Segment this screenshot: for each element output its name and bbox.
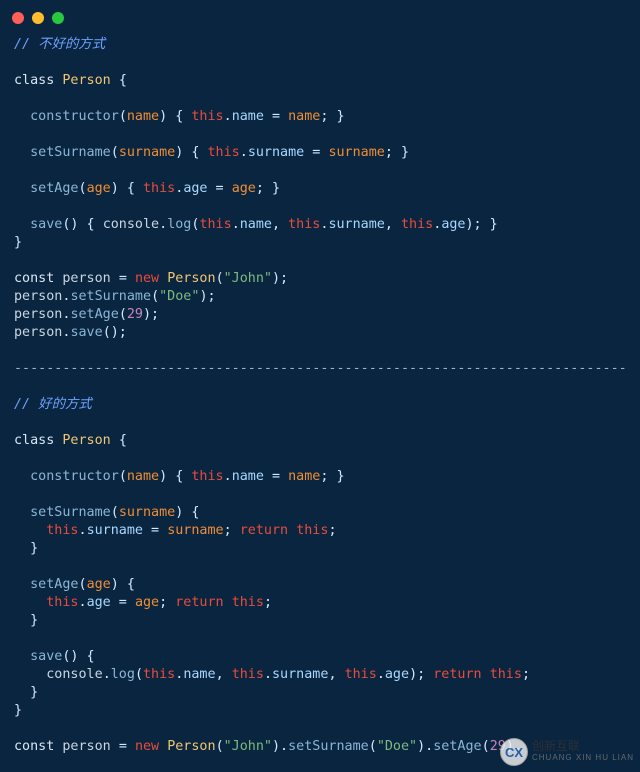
window-titlebar: [0, 0, 640, 36]
code-window: // 不好的方式 class Person { constructor(name…: [0, 0, 640, 772]
save-fn: save: [30, 217, 62, 232]
watermark-text-py: CHUANG XIN HU LIAN: [532, 752, 634, 764]
constructor-fn: constructor: [30, 109, 119, 124]
class-name: Person: [62, 73, 110, 88]
watermark-logo: CX 创新互联 CHUANG XIN HU LIAN: [500, 738, 634, 766]
close-icon[interactable]: [12, 12, 24, 24]
zoom-icon[interactable]: [52, 12, 64, 24]
class-keyword: class: [14, 73, 54, 88]
watermark-badge-icon: CX: [500, 738, 528, 766]
comment-good: // 好的方式: [14, 397, 92, 412]
separator-line: ----------------------------------------…: [14, 361, 627, 376]
watermark-text-cn: 创新互联: [532, 740, 634, 752]
set-age-fn: setAge: [30, 181, 78, 196]
code-block: // 不好的方式 class Person { constructor(name…: [0, 36, 640, 764]
set-surname-fn: setSurname: [30, 145, 111, 160]
comment-bad: // 不好的方式: [14, 37, 105, 52]
minimize-icon[interactable]: [32, 12, 44, 24]
